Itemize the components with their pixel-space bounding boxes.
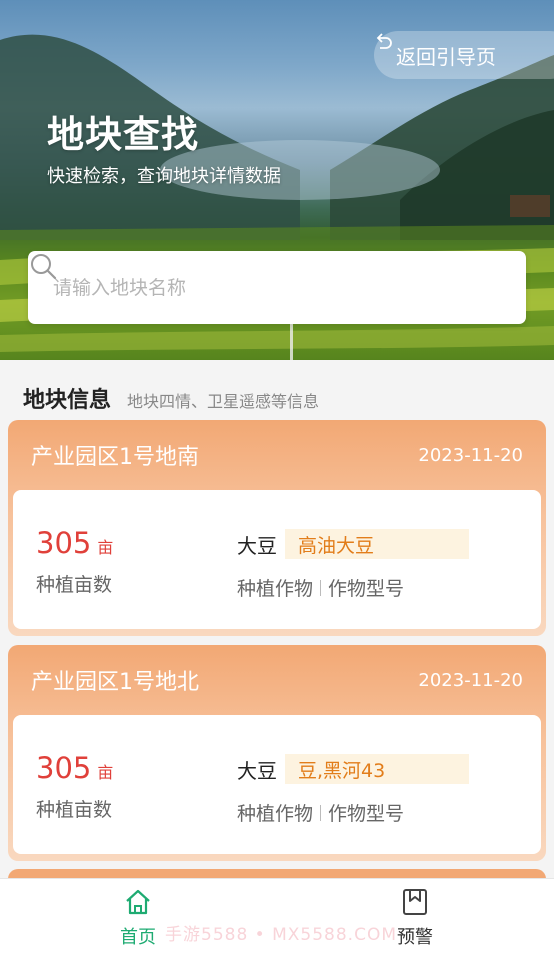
- crop-name: 大豆: [237, 758, 277, 783]
- search-input[interactable]: [53, 276, 453, 299]
- section-header: 地块信息 地块四情、卫星遥感等信息: [23, 382, 319, 414]
- tab-alert-label: 预警: [397, 927, 433, 948]
- area-unit: 亩: [97, 763, 114, 782]
- crop-stat: 大豆 高油大豆 种植作物 作物型号: [237, 528, 469, 601]
- model-label: 作物型号: [328, 578, 405, 600]
- area-stat: 305 亩 种植亩数: [36, 526, 113, 597]
- area-stat: 305 亩 种植亩数: [36, 751, 113, 822]
- crop-model-tag: 高油大豆: [285, 529, 469, 559]
- plot-card-header: 产业园区1号地南 2023-11-20: [8, 420, 546, 490]
- plot-name: 产业园区1号地南: [31, 445, 199, 470]
- plot-card-body: 305 亩 种植亩数 大豆 豆,黑河43 种植作物 作物型号: [13, 715, 541, 854]
- bookmark-icon: [403, 889, 427, 915]
- section-title: 地块信息: [23, 388, 112, 413]
- back-arrow-icon: [376, 33, 392, 49]
- divider: [320, 804, 322, 821]
- back-to-guide-button[interactable]: 返回引导页: [374, 31, 554, 79]
- area-label: 种植亩数: [36, 799, 113, 821]
- plot-card[interactable]: 产业园区1号地南 2023-11-20 305 亩 种植亩数 大豆 高油大豆 种植…: [8, 420, 546, 636]
- area-unit: 亩: [97, 538, 114, 557]
- section-subtitle: 地块四情、卫星遥感等信息: [127, 392, 320, 411]
- crop-name: 大豆: [237, 533, 277, 558]
- plot-name: 产业园区1号地北: [31, 670, 199, 695]
- search-bar[interactable]: [28, 251, 526, 324]
- hero-banner: 返回引导页 地块查找 快速检索，查询地块详情数据: [0, 0, 554, 360]
- area-value: 305: [36, 751, 92, 785]
- plot-card[interactable]: 产业园区1号地北 2023-11-20 305 亩 种植亩数 大豆 豆,黑河43 …: [8, 645, 546, 861]
- area-label: 种植亩数: [36, 574, 113, 596]
- divider: [320, 579, 322, 596]
- model-label: 作物型号: [328, 803, 405, 825]
- plot-card-body: 305 亩 种植亩数 大豆 高油大豆 种植作物 作物型号: [13, 490, 541, 629]
- page-subtitle: 快速检索，查询地块详情数据: [47, 166, 281, 187]
- crop-model-tag: 豆,黑河43: [285, 754, 469, 784]
- crop-label: 种植作物: [237, 803, 314, 825]
- plot-card-header: 产业园区1号地北 2023-11-20: [8, 645, 546, 715]
- back-button-label: 返回引导页: [396, 44, 496, 69]
- tab-home-label: 首页: [120, 927, 156, 948]
- page-title: 地块查找: [47, 113, 199, 156]
- home-icon: [126, 889, 150, 915]
- crop-stat: 大豆 豆,黑河43 种植作物 作物型号: [237, 753, 469, 826]
- plot-date: 2023-11-20: [418, 444, 523, 466]
- plot-date: 2023-11-20: [418, 669, 523, 691]
- crop-label: 种植作物: [237, 578, 314, 600]
- watermark: 手游5588 • MX5588.COM: [165, 925, 397, 945]
- area-value: 305: [36, 526, 92, 560]
- search-icon[interactable]: [28, 251, 58, 281]
